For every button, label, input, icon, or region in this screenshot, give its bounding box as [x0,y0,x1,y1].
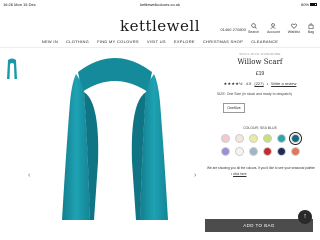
wishlist-label: Wishlist [287,30,300,34]
colour-label: COLOUR: SEA BLUE [243,126,277,130]
colour-swatch[interactable] [234,134,244,143]
colour-swatch[interactable] [234,147,244,156]
colour-swatch[interactable] [248,147,258,156]
rating-value: 4.5 [245,81,252,86]
heart-icon [290,23,297,29]
account-label: Account [267,30,280,34]
wishlist-button[interactable]: Wishlist [288,23,300,34]
colour-swatches [205,132,315,156]
battery-icon [310,3,317,7]
palette-info-note: We are showing you all the colours. If y… [207,166,315,170]
bag-icon [308,23,314,29]
status-bar: 16:26 Mon 15 Dec kettlewellcolours.co.uk… [0,0,320,8]
colour-swatch[interactable] [290,147,300,156]
click-here-row: • click here [205,172,315,176]
search-label: Search [247,30,260,34]
search-button[interactable]: Search [248,23,259,34]
colour-swatch[interactable] [262,147,272,156]
colour-swatch[interactable] [220,147,230,156]
product-price: £19 [255,71,265,77]
bullet-separator: • [266,81,269,86]
scroll-to-top-button[interactable]: ↑ [298,210,312,224]
battery-indicator: 60% [301,2,317,7]
product-rating: ★★★★½ 4.5 (227) • Write a review [205,81,315,86]
prev-image-arrow[interactable]: ‹ [28,172,30,179]
reviews-count-link[interactable]: (227) [254,81,263,86]
search-icon [250,23,257,29]
write-review-link[interactable]: Write a review [271,81,296,86]
product-title: Willow Scarf [237,58,283,66]
main-nav: NEW IN CLOTHING FIND MY COLOURS VISIT US… [0,39,320,44]
product-details: WOOL-RICH WARDROBE Willow Scarf £19 ★★★★… [205,52,315,176]
account-icon [270,23,276,29]
url-bar[interactable]: kettlewellcolours.co.uk [0,2,320,7]
nav-item-christmas-shop[interactable]: CHRISTMAS SHOP [203,39,243,44]
colour-swatch[interactable] [276,147,286,156]
colour-swatch[interactable] [276,134,286,143]
bag-button[interactable]: Bag [308,23,314,34]
size-option-button[interactable]: OneSize [223,103,245,113]
click-here-link[interactable]: click here [233,172,246,176]
colour-swatch[interactable] [248,134,258,143]
header-icons: Search Account Wishlist Bag [248,23,314,34]
nav-item-visit-us[interactable]: VISIT US [147,39,166,44]
account-button[interactable]: Account [267,23,280,34]
nav-item-explore[interactable]: EXPLORE [174,39,195,44]
nav-item-clearance[interactable]: CLEARANCE [251,39,278,44]
next-image-arrow[interactable]: › [194,172,196,179]
colour-swatch[interactable] [288,132,302,145]
size-note: SIZE: One Size (in stock and ready to de… [217,92,292,96]
phone-number[interactable]: 01460 270800 [220,27,246,32]
nav-item-find-my-colours[interactable]: FIND MY COLOURS [97,39,139,44]
nav-item-clothing[interactable]: CLOTHING [66,39,89,44]
colour-swatch[interactable] [220,134,230,143]
bag-label: Bag [307,30,314,34]
battery-percent: 60% [300,2,309,7]
arrow-up-icon: ↑ [303,213,307,220]
nav-item-new-in[interactable]: NEW IN [42,39,58,44]
add-to-bag-button[interactable]: ADD TO BAG [205,219,313,232]
product-eyebrow: WOOL-RICH WARDROBE [239,52,281,56]
star-rating-icon: ★★★★½ [223,81,243,86]
product-main-image [62,58,168,220]
product-thumbnail[interactable] [5,58,19,80]
colour-swatch[interactable] [262,134,272,143]
